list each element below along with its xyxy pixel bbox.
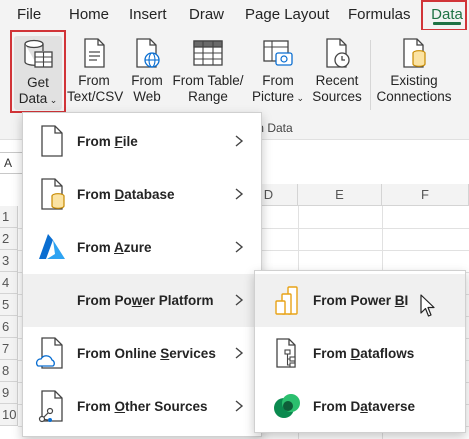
power-bi-icon (275, 286, 298, 315)
submenu-item-label: From Power BI (313, 293, 409, 308)
row-header[interactable]: 1 (0, 206, 18, 228)
row-header[interactable]: 10 (0, 404, 18, 426)
row-header[interactable]: 2 (0, 228, 18, 250)
menu-item-label: From Database (77, 187, 175, 202)
submenu-item-label: From Dataverse (313, 399, 416, 414)
from-picture-label-1: From (262, 73, 294, 88)
get-data-menu: From File From Database From Azure From … (22, 112, 262, 437)
from-web-label-1: From (131, 73, 163, 88)
column-header-e[interactable]: E (298, 184, 382, 206)
recent-clock-icon (326, 38, 350, 68)
row-header[interactable]: 3 (0, 250, 18, 272)
chevron-right-icon (235, 347, 244, 359)
recent-sources-label-1: Recent (315, 73, 359, 88)
tab-home[interactable]: Home (69, 0, 109, 30)
menu-bar: File Home Insert Draw Page Layout Formul… (0, 0, 469, 30)
existing-connections-label-1: Existing (390, 73, 438, 88)
dataflows-icon (276, 338, 296, 368)
row-header[interactable]: 7 (0, 338, 18, 360)
tab-page-layout-label: Page Layout (245, 6, 330, 23)
from-table-range-label-2: Range (188, 89, 228, 104)
tab-page-layout[interactable]: Page Layout (245, 0, 329, 30)
web-page-icon (136, 38, 160, 68)
menu-item-label: From File (77, 134, 138, 149)
submenu-item-label: From Dataflows (313, 346, 415, 361)
from-picture-label-2: Picture ⌄ (251, 89, 305, 104)
menu-item-from-power-platform[interactable]: From Power Platform (23, 274, 261, 327)
get-data-highlight-box (10, 30, 66, 113)
tab-insert-label: Insert (129, 6, 167, 23)
row-header[interactable]: 8 (0, 360, 18, 382)
existing-connections-button[interactable]: Existing Connections (375, 36, 453, 105)
recent-sources-button[interactable]: Recent Sources (310, 36, 364, 105)
picture-camera-icon (263, 40, 293, 66)
menu-item-from-azure[interactable]: From Azure (23, 221, 261, 274)
ribbon-separator (370, 40, 371, 110)
from-table-range-label-1: From Table/ (172, 73, 244, 88)
from-text-csv-label-2: Text/CSV (67, 89, 124, 104)
from-table-range-button[interactable]: From Table/ Range (172, 36, 244, 105)
tab-file[interactable]: File (17, 0, 41, 30)
submenu-item-from-dataverse[interactable]: From Dataverse (255, 380, 465, 433)
tab-home-label: Home (69, 6, 110, 23)
from-web-label-2: Web (133, 89, 161, 104)
menu-item-label: From Power Platform (77, 293, 214, 308)
file-icon (41, 125, 63, 157)
menu-item-from-database[interactable]: From Database (23, 168, 261, 221)
chevron-right-icon (235, 188, 244, 200)
row-header[interactable]: 6 (0, 316, 18, 338)
tab-file-label: File (17, 6, 42, 23)
tab-draw-label: Draw (189, 6, 225, 23)
row-header[interactable]: 5 (0, 294, 18, 316)
row-header[interactable]: 4 (0, 272, 18, 294)
chevron-right-icon (235, 135, 244, 147)
column-header-f[interactable]: F (382, 184, 469, 206)
tab-formulas-label: Formulas (348, 6, 411, 23)
from-text-csv-label-1: From (78, 73, 110, 88)
mouse-cursor-icon (420, 294, 435, 317)
chevron-down-icon: ⌄ (293, 93, 305, 103)
chevron-right-icon (235, 400, 244, 412)
chevron-right-icon (235, 294, 244, 306)
database-file-icon (41, 178, 65, 210)
other-sources-file-icon (38, 390, 63, 423)
menu-item-from-online-services[interactable]: From Online Services (23, 327, 261, 380)
menu-item-label: From Other Sources (77, 399, 208, 414)
table-grid-icon (193, 40, 223, 66)
row-header[interactable]: 9 (0, 382, 18, 404)
from-text-csv-button[interactable]: From Text/CSV (67, 36, 124, 105)
recent-sources-label-2: Sources (312, 89, 362, 104)
text-file-icon (84, 38, 105, 68)
existing-connections-label-2: Connections (376, 89, 452, 104)
menu-item-from-file[interactable]: From File (23, 115, 261, 168)
from-picture-button[interactable]: From Picture ⌄ (249, 36, 307, 106)
menu-item-from-other-sources[interactable]: From Other Sources (23, 380, 261, 433)
tab-insert[interactable]: Insert (129, 0, 167, 30)
chevron-right-icon (235, 241, 244, 253)
menu-item-label: From Online Services (77, 346, 216, 361)
from-web-button[interactable]: From Web (124, 36, 170, 105)
dataverse-icon (274, 394, 300, 418)
submenu-item-from-dataflows[interactable]: From Dataflows (255, 327, 465, 380)
tab-formulas[interactable]: Formulas (348, 0, 411, 30)
tab-draw[interactable]: Draw (189, 0, 224, 30)
menu-item-label: From Azure (77, 240, 152, 255)
connections-database-icon (403, 38, 426, 68)
cloud-file-icon (36, 337, 63, 369)
azure-icon (39, 234, 65, 259)
data-tab-highlight-box (421, 0, 467, 31)
